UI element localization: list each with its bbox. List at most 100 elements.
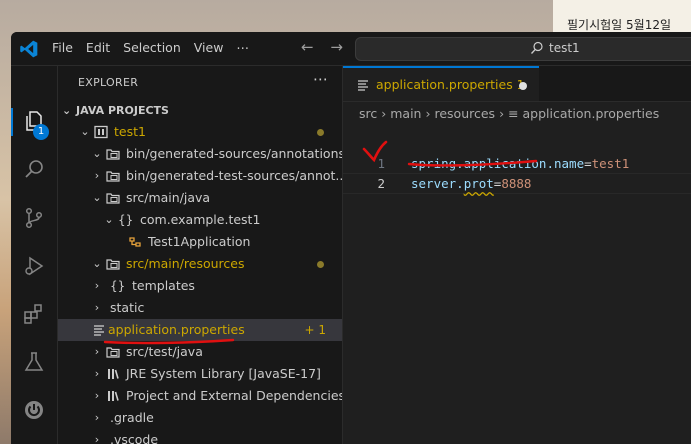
tree-row-src-main-resources[interactable]: ⌄ src/main/resources xyxy=(58,253,342,275)
line-source: spring.application.name=test1 xyxy=(411,154,629,173)
tree-label: .vscode xyxy=(110,432,159,444)
active-indicator xyxy=(11,108,13,136)
tree-row-generated-sources[interactable]: ⌄ bin/generated-sources/annotations xyxy=(58,143,342,165)
tree-row-application-properties[interactable]: application.properties + 1 xyxy=(58,319,342,341)
tree-label: src/test/java xyxy=(126,344,203,359)
tree-row-generated-test-sources[interactable]: › bin/generated-test-sources/annot... xyxy=(58,165,342,187)
tree-label: templates xyxy=(132,278,195,293)
code-line-1[interactable]: 1 spring.application.name=test1 xyxy=(343,154,691,173)
editor-area: application.properties 1 src › main › resour… xyxy=(343,66,691,444)
search-icon xyxy=(531,41,543,54)
library-icon xyxy=(108,391,119,401)
explorer-more-icon[interactable]: ⋯ xyxy=(313,70,328,88)
menu-selection[interactable]: Selection xyxy=(123,40,181,55)
tree-row-dependencies[interactable]: › Project and External Dependencies xyxy=(58,385,342,407)
tree-row-templates[interactable]: › {} templates xyxy=(58,275,342,297)
menu-more[interactable]: ⋯ xyxy=(236,40,249,55)
breadcrumb: src › main › resources › ≡ application.propert… xyxy=(359,106,659,121)
tree-row-test1[interactable]: ⌄ test1 xyxy=(58,121,342,143)
tree-label: src/main/resources xyxy=(126,256,245,271)
properties-file-icon: ≡ xyxy=(508,106,523,121)
package-folder-icon xyxy=(106,347,120,358)
chevron-down-icon: ⌄ xyxy=(92,257,102,270)
project-icon xyxy=(94,125,108,139)
modified-dot xyxy=(317,129,324,136)
properties-file-icon xyxy=(94,325,104,336)
breadcrumb-resources[interactable]: resources xyxy=(434,106,495,121)
folder-braces-icon: {} xyxy=(110,279,126,293)
package-folder-icon xyxy=(106,171,120,182)
breadcrumb-src[interactable]: src xyxy=(359,106,377,121)
sticky-note: 필기시험일 5월12일 xyxy=(553,0,691,34)
menu-bar: File Edit Selection View ⋯ xyxy=(52,40,262,55)
vscode-window: File Edit Selection View ⋯ ← → test1 1 E… xyxy=(11,32,691,444)
chevron-right-icon: › xyxy=(381,106,387,121)
chevron-right-icon: › xyxy=(94,345,100,358)
chevron-down-icon: ⌄ xyxy=(92,191,102,204)
source-control-icon[interactable] xyxy=(22,206,46,230)
tab-label: application.properties 1 xyxy=(376,77,525,92)
package-folder-icon xyxy=(106,149,120,160)
chevron-right-icon: › xyxy=(499,106,505,121)
chevron-right-icon: › xyxy=(94,411,100,424)
search-activity-icon[interactable] xyxy=(22,157,46,181)
back-arrow-icon[interactable]: ← xyxy=(301,38,314,56)
chevron-right-icon: › xyxy=(94,389,100,402)
tree-row-src-test-java[interactable]: › src/test/java xyxy=(58,341,342,363)
property-value: test1 xyxy=(591,156,630,171)
tree-label: bin/generated-test-sources/annot... xyxy=(126,168,343,183)
tree-row-static[interactable]: › static xyxy=(58,297,342,319)
library-icon xyxy=(108,369,119,379)
chevron-down-icon: ⌄ xyxy=(92,147,102,160)
tab-application-properties[interactable]: application.properties 1 xyxy=(343,66,539,101)
modified-dot xyxy=(317,261,324,268)
chevron-down-icon: ⌄ xyxy=(104,213,114,226)
chevron-down-icon: ⌄ xyxy=(62,104,72,117)
forward-arrow-icon[interactable]: → xyxy=(330,38,343,56)
properties-file-icon xyxy=(358,80,368,91)
menu-file[interactable]: File xyxy=(52,40,73,55)
nav-arrows: ← → xyxy=(301,38,355,56)
package-braces-icon: {} xyxy=(118,213,134,227)
java-projects-label: JAVA PROJECTS xyxy=(76,104,169,117)
package-folder-icon xyxy=(106,193,120,204)
spring-boot-icon[interactable] xyxy=(22,398,46,422)
chevron-right-icon: › xyxy=(94,169,100,182)
property-key: server. xyxy=(411,176,464,191)
tree-row-gradle[interactable]: › .gradle xyxy=(58,407,342,429)
chevron-right-icon: › xyxy=(94,279,100,292)
tree-row-class[interactable]: Test1Application xyxy=(58,231,342,253)
tree-row-jre-library[interactable]: › JRE System Library [JavaSE-17] xyxy=(58,363,342,385)
tree-row-vscode[interactable]: › .vscode xyxy=(58,429,342,444)
tab-bar: application.properties 1 xyxy=(343,66,691,102)
tree-label: src/main/java xyxy=(126,190,211,205)
menu-view[interactable]: View xyxy=(194,40,224,55)
unsaved-dot-icon[interactable] xyxy=(519,82,527,90)
menu-edit[interactable]: Edit xyxy=(86,40,110,55)
java-projects-section[interactable]: ⌄ JAVA PROJECTS xyxy=(62,104,169,117)
title-bar: File Edit Selection View ⋯ ← → test1 xyxy=(11,32,691,66)
vscode-logo-icon xyxy=(20,40,38,58)
tree-row-package[interactable]: ⌄ {} com.example.test1 xyxy=(58,209,342,231)
explorer-title: EXPLORER xyxy=(78,76,139,89)
property-key: spring.application.name xyxy=(411,156,585,171)
breadcrumb-main[interactable]: main xyxy=(390,106,421,121)
chevron-down-icon: ⌄ xyxy=(80,125,90,138)
line-source: server.prot=8888 xyxy=(411,174,531,193)
tree-label: com.example.test1 xyxy=(140,212,261,227)
search-text: test1 xyxy=(549,41,580,55)
tree-label: static xyxy=(110,300,145,315)
testing-flask-icon[interactable] xyxy=(22,350,46,374)
command-center-search[interactable]: test1 xyxy=(355,37,691,61)
activity-bar: 1 xyxy=(11,66,58,444)
tree-label: application.properties xyxy=(108,322,245,337)
tree-row-src-main-java[interactable]: ⌄ src/main/java xyxy=(58,187,342,209)
run-debug-icon[interactable] xyxy=(22,254,46,278)
chevron-right-icon: › xyxy=(94,367,100,380)
tree-label: bin/generated-sources/annotations xyxy=(126,146,343,161)
breadcrumb-file[interactable]: application.properties xyxy=(523,106,660,121)
line-number: 2 xyxy=(377,176,385,191)
extensions-icon[interactable] xyxy=(22,302,46,326)
tree-label: .gradle xyxy=(110,410,154,425)
code-line-2[interactable]: 2 server.prot=8888 xyxy=(343,173,691,194)
